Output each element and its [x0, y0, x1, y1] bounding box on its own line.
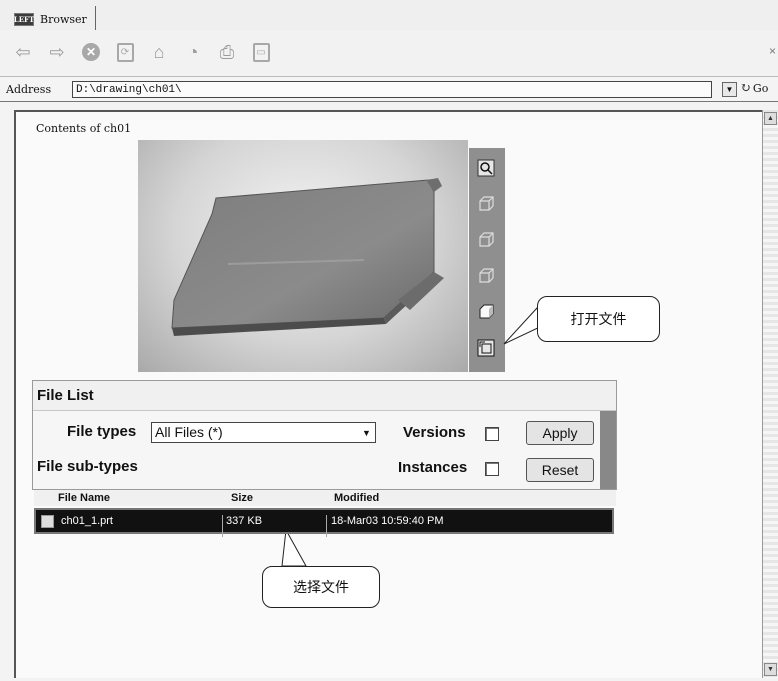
browser-tab-icon: LEFT: [13, 12, 35, 26]
cube-front-icon: [479, 232, 494, 247]
cell-modified: 18-Mar03 10:59:40 PM: [331, 515, 444, 527]
history-icon: ◔: [187, 41, 199, 62]
refresh-icon: ⟳: [116, 42, 134, 62]
view-default-button[interactable]: [474, 192, 498, 216]
vertical-scrollbar[interactable]: ▲ ▼: [762, 110, 778, 678]
column-header-size[interactable]: Size: [231, 492, 253, 504]
history-button[interactable]: ◔: [182, 41, 204, 63]
file-list-panel: File List File types All Files (*) ▼ Fil…: [32, 380, 617, 490]
go-button[interactable]: ↻ Go: [740, 81, 768, 96]
instances-label: Instances: [398, 459, 468, 476]
view-side-button[interactable]: [474, 264, 498, 288]
scroll-up-icon[interactable]: ▲: [764, 112, 777, 125]
column-divider: [222, 515, 223, 537]
refresh-button[interactable]: ⟳: [114, 41, 136, 63]
home-button[interactable]: ⌂: [148, 41, 170, 63]
panel-scroll-strip: [600, 411, 616, 489]
shaded-view-button[interactable]: [474, 300, 498, 324]
cube-wireframe-icon: [479, 196, 494, 211]
view-toolbar: [469, 148, 505, 372]
save-icon: ▭: [252, 42, 270, 62]
callout-open-file: 打开文件: [537, 296, 660, 342]
cube-side-icon: [479, 268, 494, 283]
instances-checkbox[interactable]: [485, 462, 499, 476]
versions-checkbox[interactable]: [485, 427, 499, 441]
zoom-view-button[interactable]: [474, 156, 498, 180]
table-row[interactable]: ch01_1.prt 337 KB 18-Mar03 10:59:40 PM: [34, 508, 614, 537]
tab-label: Browser: [40, 12, 87, 26]
address-input[interactable]: D:\drawing\ch01\: [72, 81, 712, 98]
print-icon: ⎙: [219, 41, 235, 62]
tab-bar: LEFT Browser: [0, 0, 778, 30]
reset-button[interactable]: Reset: [526, 458, 594, 482]
address-label: Address: [6, 82, 52, 96]
file-subtypes-label: File sub-types: [37, 458, 138, 475]
scroll-down-icon[interactable]: ▼: [764, 663, 777, 676]
column-header-modified[interactable]: Modified: [334, 492, 379, 504]
zoom-icon: [477, 159, 495, 177]
column-header-file-name[interactable]: File Name: [58, 492, 110, 504]
file-types-select[interactable]: All Files (*) ▼: [151, 422, 376, 443]
file-list-header: File List: [33, 381, 616, 411]
file-types-value: All Files (*): [155, 424, 223, 440]
navigation-toolbar: ⇦ ⇨ ✕ ⟳ ⌂ ◔ ⎙ ▭ ×: [0, 30, 778, 74]
open-file-button[interactable]: [474, 336, 498, 360]
stop-icon: ✕: [82, 43, 100, 61]
chevron-down-icon[interactable]: ▼: [360, 426, 373, 439]
forward-arrow-icon[interactable]: ⇨: [46, 41, 68, 63]
view-front-button[interactable]: [474, 228, 498, 252]
cell-size: 337 KB: [226, 515, 263, 527]
content-frame: Contents of ch01 打开文件 选择文件 File List Fil…: [14, 110, 762, 678]
browser-window: LEFT Browser ⇦ ⇨ ✕ ⟳ ⌂ ◔ ⎙ ▭ × Address D…: [0, 0, 778, 681]
address-dropdown-button[interactable]: ▼: [722, 82, 737, 97]
page-title: Contents of ch01: [36, 122, 132, 135]
stop-button[interactable]: ✕: [80, 41, 102, 63]
go-label: Go: [752, 82, 769, 95]
back-arrow-icon[interactable]: ⇦: [12, 41, 34, 63]
toolbar-overflow[interactable]: ×: [769, 44, 776, 58]
file-results-table: File Name Size Modified ch01_1.prt 337 K…: [34, 490, 616, 540]
address-bar: Address D:\drawing\ch01\ ▼ ↻ Go: [0, 76, 778, 102]
print-button[interactable]: ⎙: [216, 41, 238, 63]
callout-select-file: 选择文件: [262, 566, 380, 608]
table-header: File Name Size Modified: [34, 490, 616, 506]
save-button[interactable]: ▭: [250, 41, 272, 63]
home-icon: ⌂: [153, 41, 165, 62]
shaded-cube-icon: [479, 304, 494, 319]
row-checkbox[interactable]: [41, 515, 54, 528]
go-arrow-icon: ↻: [740, 81, 751, 96]
sheet-metal-part-icon: [171, 178, 444, 336]
file-types-label: File types: [67, 423, 137, 440]
apply-button[interactable]: Apply: [526, 421, 594, 445]
tab-browser[interactable]: LEFT Browser: [8, 6, 96, 30]
open-file-icon: [477, 339, 495, 357]
column-divider: [326, 515, 327, 537]
versions-label: Versions: [403, 424, 466, 441]
cell-file-name: ch01_1.prt: [61, 515, 113, 527]
model-preview: [138, 140, 468, 372]
